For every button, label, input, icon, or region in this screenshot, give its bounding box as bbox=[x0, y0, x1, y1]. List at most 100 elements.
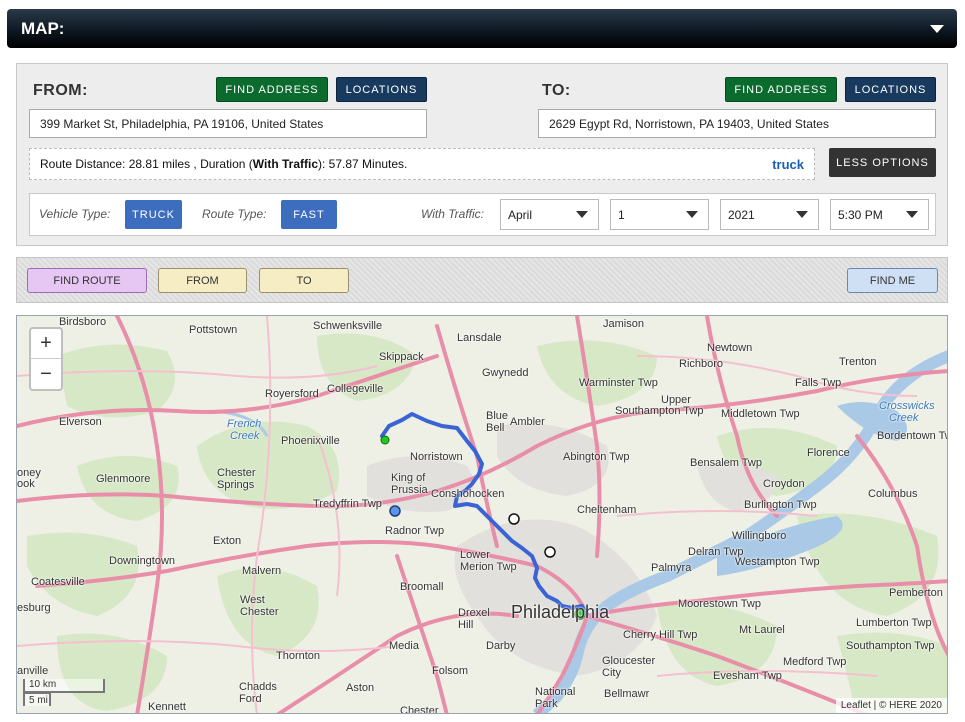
chevron-down-icon bbox=[576, 211, 588, 218]
from-address-input[interactable]: 399 Market St, Philadelphia, PA 19106, U… bbox=[29, 109, 427, 138]
vehicle-type-label: Vehicle Type: bbox=[39, 207, 111, 221]
vehicle-mode-link[interactable]: truck bbox=[772, 157, 804, 172]
less-options-button[interactable]: LESS OPTIONS bbox=[829, 148, 936, 177]
to-find-address-button[interactable]: FIND ADDRESS bbox=[725, 77, 837, 102]
to-address-input[interactable]: 2629 Egypt Rd, Norristown, PA 19403, Uni… bbox=[538, 109, 936, 138]
map-place-label: Glenmoore bbox=[96, 473, 151, 485]
map-place-label: Richboro bbox=[679, 358, 724, 370]
map-place-label: Mt Laurel bbox=[739, 624, 785, 636]
route-type-label: Route Type: bbox=[202, 207, 267, 221]
day-select[interactable]: 1 bbox=[610, 199, 709, 230]
map-place-label: Lumberton Twp bbox=[856, 617, 932, 629]
map-place-label: Newtown bbox=[707, 342, 753, 354]
map-place-label: Bell bbox=[486, 422, 505, 434]
map-place-label: Schwenksville bbox=[313, 320, 383, 332]
map-place-label: Blue bbox=[486, 410, 509, 422]
map-place-label: Moorestown Twp bbox=[678, 598, 761, 610]
vehicle-type-button[interactable]: TRUCK bbox=[125, 200, 182, 229]
map-place-label: Creek bbox=[889, 412, 919, 424]
from-label: FROM: bbox=[33, 82, 88, 99]
map-place-label: Conshohocken bbox=[431, 488, 505, 500]
collapse-caret-icon[interactable] bbox=[930, 24, 944, 33]
map-place-label: Cherry Hill Twp bbox=[623, 629, 698, 641]
from-locations-button[interactable]: LOCATIONS bbox=[336, 77, 427, 102]
map-place-label: Creek bbox=[230, 430, 260, 442]
map-place-label: Medford Twp bbox=[783, 656, 847, 668]
to-marker-button[interactable]: TO bbox=[259, 268, 349, 293]
map-place-label: Trenton bbox=[839, 356, 877, 368]
year-value: 2021 bbox=[728, 207, 755, 222]
map-place-label: Darby bbox=[486, 640, 516, 652]
map-place-label: Ambler bbox=[510, 416, 545, 428]
map-place-label: Phoenixville bbox=[281, 435, 340, 447]
map-place-label: Broomall bbox=[400, 581, 444, 593]
route-type-button[interactable]: FAST bbox=[281, 200, 337, 229]
zoom-control: + − bbox=[29, 327, 63, 391]
map-place-label: Bellmawr bbox=[604, 688, 650, 700]
time-select[interactable]: 5:30 PM bbox=[830, 199, 929, 230]
map-place-label: Burlington Twp bbox=[744, 499, 817, 511]
map-place-label: West bbox=[240, 594, 265, 606]
map-place-label: Pottstown bbox=[189, 324, 238, 336]
route-panel: FROM: FIND ADDRESS LOCATIONS 399 Market … bbox=[16, 63, 948, 246]
chevron-down-icon bbox=[906, 211, 918, 218]
zoom-in-button[interactable]: + bbox=[31, 329, 61, 359]
map-place-label: Chadds bbox=[239, 681, 277, 693]
map-place-label: Aston bbox=[346, 682, 375, 694]
map-place-label: Bensalem Twp bbox=[690, 457, 762, 469]
map-place-label: French bbox=[227, 418, 262, 430]
from-marker-button[interactable]: FROM bbox=[158, 268, 247, 293]
month-select[interactable]: April bbox=[500, 199, 599, 230]
time-value: 5:30 PM bbox=[838, 207, 883, 222]
day-value: 1 bbox=[618, 207, 625, 222]
scale-mi: 5 mi bbox=[23, 692, 51, 706]
map-place-label: Philadelphia bbox=[511, 602, 610, 622]
map-place-label: ook bbox=[17, 478, 35, 490]
map-place-label: esburg bbox=[17, 602, 51, 614]
route-summary: Route Distance: 28.81 miles , Duration (… bbox=[29, 148, 815, 180]
year-select[interactable]: 2021 bbox=[720, 199, 819, 230]
with-traffic-label: With Traffic: bbox=[421, 207, 485, 221]
map-place-label: Jamison bbox=[603, 318, 644, 330]
map-place-label: Thornton bbox=[276, 650, 321, 662]
map-place-label: Chester bbox=[240, 606, 279, 618]
map-place-label: Warminster Twp bbox=[579, 377, 658, 389]
map-place-label: Radnor Twp bbox=[385, 525, 445, 537]
find-route-button[interactable]: FIND ROUTE bbox=[27, 268, 147, 293]
map-place-label: anville bbox=[17, 665, 49, 677]
find-me-button[interactable]: FIND ME bbox=[847, 268, 938, 293]
month-value: April bbox=[508, 207, 533, 222]
map-place-label: Malvern bbox=[242, 565, 282, 577]
route-summary-text: Route Distance: 28.81 miles , Duration (… bbox=[40, 157, 408, 171]
map-place-label: Bordentown Twp bbox=[877, 430, 947, 442]
map-place-label: Merion Twp bbox=[460, 561, 517, 573]
map-place-label: Willingboro bbox=[732, 530, 787, 542]
to-label: TO: bbox=[542, 82, 571, 99]
map-place-label: Falls Twp bbox=[795, 377, 842, 389]
map-place-label: Ford bbox=[239, 693, 262, 705]
map-place-label: Collegeville bbox=[327, 383, 384, 395]
map-place-label: Cheltenham bbox=[577, 504, 637, 516]
map-place-label: Folsom bbox=[432, 665, 469, 677]
map-place-label: Chester bbox=[217, 467, 256, 479]
route-options-row: Vehicle Type: TRUCK Route Type: FAST Wit… bbox=[29, 193, 936, 236]
map-place-label: King of bbox=[391, 472, 426, 484]
map-place-label: Elverson bbox=[59, 416, 102, 428]
map-place-label: Birdsboro bbox=[59, 316, 107, 328]
from-find-address-button[interactable]: FIND ADDRESS bbox=[216, 77, 328, 102]
map-place-label: Palmyra bbox=[651, 562, 692, 574]
map-place-label: Norristown bbox=[410, 451, 463, 463]
map-place-label: Royersford bbox=[265, 388, 319, 400]
map-view[interactable]: Birdsboro Pottstown Schwenksville Lansdale J… bbox=[16, 315, 948, 714]
to-locations-button[interactable]: LOCATIONS bbox=[845, 77, 936, 102]
map-attribution[interactable]: Leaflet | © HERE 2020 bbox=[835, 698, 947, 713]
map-place-label: Southampton Twp bbox=[846, 640, 935, 652]
map-place-label: Middletown Twp bbox=[721, 408, 800, 420]
map-place-label: Skippack bbox=[379, 351, 424, 363]
map-section-header[interactable]: MAP: bbox=[7, 9, 957, 48]
map-place-label: Exton bbox=[213, 535, 242, 547]
chevron-down-icon bbox=[796, 211, 808, 218]
map-place-label: Drexel bbox=[458, 607, 490, 619]
zoom-out-button[interactable]: − bbox=[31, 359, 61, 389]
map-place-label: Columbus bbox=[868, 488, 918, 500]
